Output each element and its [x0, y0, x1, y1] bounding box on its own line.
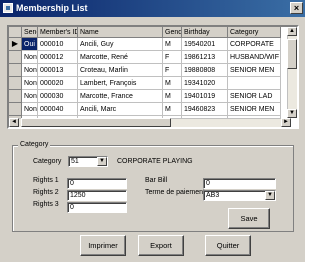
cell-gender[interactable]: M	[163, 90, 182, 103]
bar-bill-label: Bar Bill	[145, 177, 168, 184]
cell-send[interactable]: Non	[22, 77, 38, 90]
cell-name[interactable]: Marcotte, France	[78, 90, 163, 103]
cell-send[interactable]: Non	[22, 90, 38, 103]
payment-term-value: AB3	[206, 192, 220, 199]
row-header[interactable]	[9, 64, 22, 77]
horizontal-scroll-thumb[interactable]	[21, 118, 171, 127]
col-gender[interactable]: Gende	[163, 27, 182, 38]
row-header[interactable]: ▶	[9, 38, 22, 51]
cell-birthday[interactable]: 19880808	[182, 64, 228, 77]
rights2-label: Rights 2	[33, 189, 59, 196]
rights1-field[interactable]: 0	[67, 178, 127, 189]
save-button[interactable]: Save	[228, 208, 270, 229]
col-category[interactable]: Category	[228, 27, 281, 38]
print-button[interactable]: Imprimer	[80, 235, 126, 256]
cell-id[interactable]: 000040	[38, 103, 78, 116]
row-header[interactable]	[9, 103, 22, 116]
membership-window: Membership List × Send Member's ID Name …	[0, 0, 305, 262]
cell-birthday[interactable]: 19341020	[182, 77, 228, 90]
cell-id[interactable]: 000030	[38, 90, 78, 103]
rights3-label: Rights 3	[33, 201, 59, 208]
cell-send[interactable]: Non	[22, 51, 38, 64]
close-button[interactable]: ×	[290, 2, 303, 14]
scroll-left-icon[interactable]: ◄	[9, 118, 19, 127]
cell-category[interactable]: SENIOR MEN	[228, 64, 281, 77]
payment-term-label: Terme de paiement	[145, 189, 205, 196]
vertical-scrollbar[interactable]: ▲ ▼	[287, 27, 297, 118]
row-header[interactable]	[9, 90, 22, 103]
cell-send[interactable]: Oui	[22, 38, 38, 51]
cell-gender[interactable]: F	[163, 64, 182, 77]
cell-category[interactable]: CORPORATE	[228, 38, 281, 51]
cell-category[interactable]: SENIOR LAD	[228, 90, 281, 103]
cell-birthday[interactable]: 19861213	[182, 51, 228, 64]
cell-category[interactable]: SENIOR MEN	[228, 103, 281, 116]
cell-birthday[interactable]: 19460823	[182, 103, 228, 116]
col-member-id[interactable]: Member's ID	[38, 27, 78, 38]
title-bar: Membership List ×	[0, 0, 305, 17]
payment-term-select[interactable]: AB3 ▼	[203, 190, 276, 201]
bar-bill-field[interactable]: 0	[203, 178, 276, 189]
col-send[interactable]: Send	[22, 27, 38, 38]
category-group-title: Category	[18, 140, 51, 150]
scroll-right-icon[interactable]: ►	[281, 118, 291, 127]
row-header[interactable]	[9, 51, 22, 64]
row-header[interactable]	[9, 77, 22, 90]
app-icon	[3, 3, 13, 13]
cell-gender[interactable]: F	[163, 51, 182, 64]
cell-gender[interactable]: M	[163, 103, 182, 116]
chevron-down-icon[interactable]: ▼	[265, 191, 275, 200]
cell-id[interactable]: 000020	[38, 77, 78, 90]
scroll-up-icon[interactable]: ▲	[287, 27, 297, 36]
cell-send[interactable]: Non	[22, 103, 38, 116]
window-title: Membership List	[16, 3, 88, 13]
cell-send[interactable]: Non	[22, 64, 38, 77]
cell-category[interactable]: HUSBAND/WIF	[228, 51, 281, 64]
rights1-label: Rights 1	[33, 177, 59, 184]
export-button[interactable]: Export	[138, 235, 184, 256]
cell-id[interactable]: 000013	[38, 64, 78, 77]
cell-id[interactable]: 000010	[38, 38, 78, 51]
horizontal-scrollbar[interactable]: ◄ ►	[9, 118, 291, 127]
category-select[interactable]: 51 ▼	[68, 156, 108, 167]
grid-corner	[9, 27, 22, 38]
scroll-down-icon[interactable]: ▼	[287, 109, 297, 118]
cell-birthday[interactable]: 19540201	[182, 38, 228, 51]
cell-name[interactable]: Lambert, François	[78, 77, 163, 90]
category-description: CORPORATE PLAYING	[117, 158, 193, 165]
cell-gender[interactable]: M	[163, 77, 182, 90]
col-birthday[interactable]: Birthday	[182, 27, 228, 38]
chevron-down-icon[interactable]: ▼	[97, 157, 107, 166]
cell-category[interactable]	[228, 77, 281, 90]
rights3-field[interactable]: 0	[67, 202, 127, 213]
quit-button[interactable]: Quitter	[205, 235, 251, 256]
cell-gender[interactable]: M	[163, 38, 182, 51]
category-select-value: 51	[71, 158, 79, 165]
category-label: Category	[33, 158, 62, 165]
member-grid[interactable]: Send Member's ID Name Gende Birthday Cat…	[7, 25, 299, 129]
cell-name[interactable]: Ancili, Marc	[78, 103, 163, 116]
col-name[interactable]: Name	[78, 27, 163, 38]
cell-name[interactable]: Croteau, Marlin	[78, 64, 163, 77]
vertical-scroll-thumb[interactable]	[287, 39, 297, 69]
rights2-field[interactable]: 1250	[67, 190, 127, 201]
cell-birthday[interactable]: 19401019	[182, 90, 228, 103]
cell-name[interactable]: Ancili, Guy	[78, 38, 163, 51]
cell-id[interactable]: 000012	[38, 51, 78, 64]
cell-name[interactable]: Marcotte, René	[78, 51, 163, 64]
